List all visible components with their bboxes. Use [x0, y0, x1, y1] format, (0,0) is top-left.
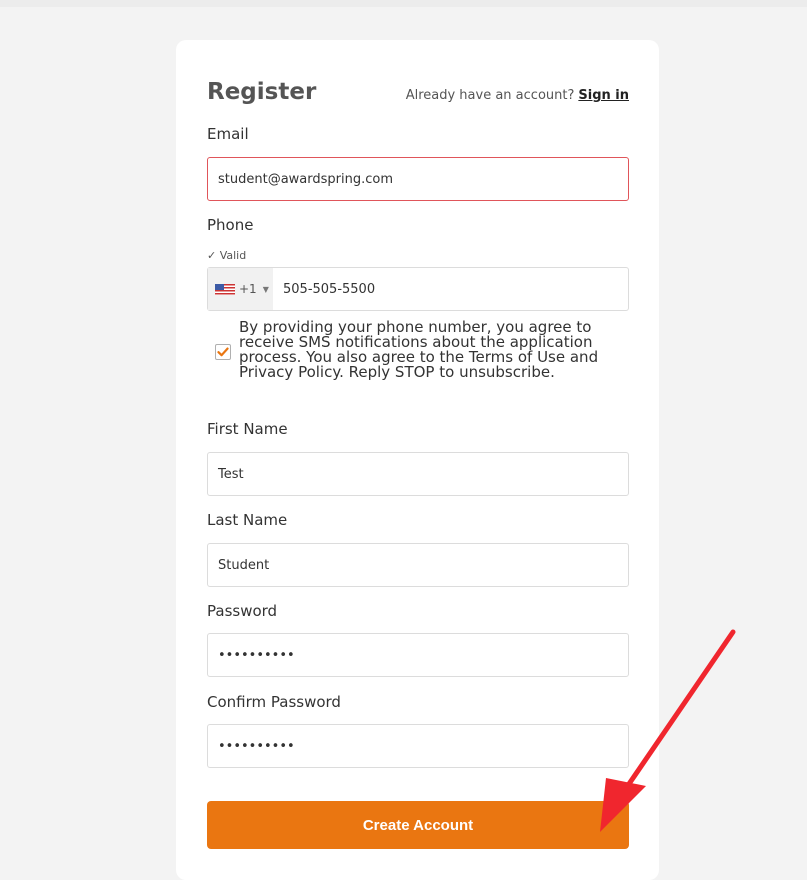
create-account-button[interactable]: Create Account	[207, 801, 629, 849]
phone-valid-status: ✓ Valid	[207, 249, 247, 262]
password-field[interactable]: ••••••••••	[207, 633, 629, 677]
last-name-label: Last Name	[207, 511, 288, 529]
checkmark-icon	[217, 347, 229, 357]
consent-checkbox[interactable]	[215, 344, 231, 360]
country-code: +1	[239, 282, 257, 296]
first-name-field[interactable]: Test	[207, 452, 629, 496]
password-label: Password	[207, 602, 278, 620]
email-field[interactable]: student@awardspring.com	[207, 157, 629, 201]
page-title: Register	[207, 79, 317, 105]
email-label: Email	[207, 125, 249, 143]
first-name-label: First Name	[207, 420, 288, 438]
top-divider	[0, 0, 807, 7]
caret-down-icon: ▼	[262, 284, 269, 294]
last-name-field[interactable]: Student	[207, 543, 629, 587]
phone-input[interactable]: 505-505-5500	[273, 282, 375, 297]
country-code-select[interactable]: +1 ▼	[208, 268, 273, 310]
phone-field: +1 ▼ 505-505-5500	[207, 267, 629, 311]
us-flag-icon	[215, 283, 235, 295]
signin-prompt: Already have an account?	[405, 88, 575, 103]
phone-label: Phone	[207, 216, 254, 234]
register-card: Register Already have an account? Sign in…	[176, 40, 659, 880]
confirm-password-field[interactable]: ••••••••••	[207, 724, 629, 768]
signin-row: Already have an account? Sign in	[406, 88, 629, 103]
confirm-password-label: Confirm Password	[207, 693, 341, 711]
consent-text: By providing your phone number, you agre…	[239, 318, 599, 381]
signin-link[interactable]: Sign in	[578, 88, 629, 103]
